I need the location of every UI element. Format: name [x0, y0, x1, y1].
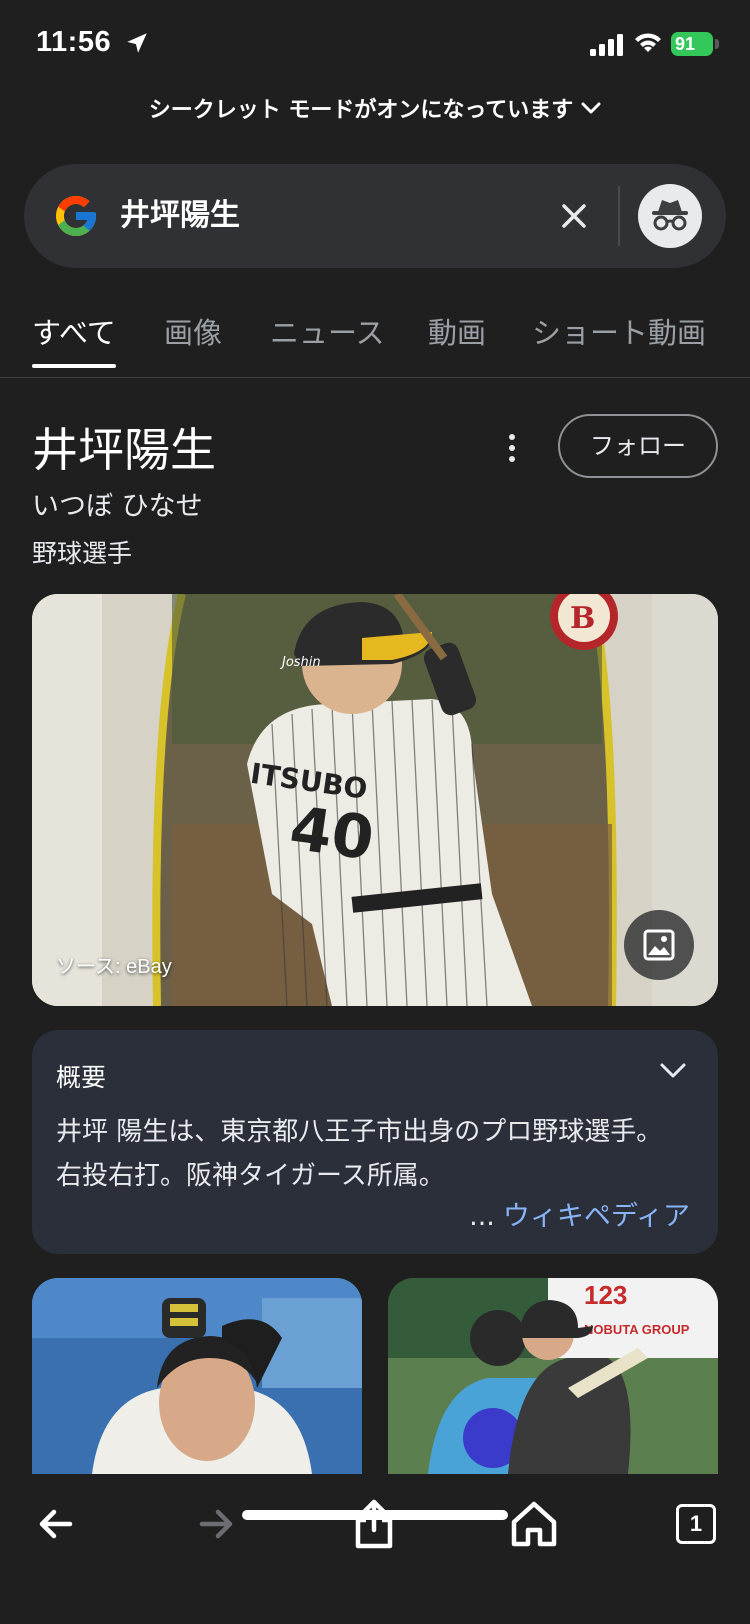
summary-text: 井坪 陽生は、東京都八王子市出身のプロ野球選手。右投右打。阪神タイガース所属。: [56, 1117, 663, 1191]
tab-label: すべて: [32, 316, 116, 350]
player-photo-1: [32, 1278, 362, 1474]
baseball-card-image: ITSUBO 40 Joshin B: [32, 594, 718, 1006]
location-arrow-icon: [127, 33, 147, 53]
status-time: 11:56: [36, 26, 112, 58]
back-icon: [39, 1509, 73, 1539]
chevron-down-icon: [581, 102, 601, 114]
entity-hero-image[interactable]: ITSUBO 40 Joshin B ソース: eBay: [32, 594, 718, 1006]
share-button[interactable]: [344, 1494, 404, 1554]
tab-short-videos[interactable]: ショート動画: [532, 310, 706, 352]
follow-button[interactable]: フォロー: [558, 414, 718, 478]
tab-images[interactable]: 画像: [164, 310, 222, 352]
home-indicator: [242, 1510, 508, 1520]
battery-cap: [715, 39, 719, 49]
home-button[interactable]: [504, 1494, 564, 1554]
summary-ellipsis: ...: [469, 1201, 495, 1232]
wifi-icon: [635, 33, 661, 52]
svg-text:B: B: [570, 601, 595, 636]
bottom-toolbar: 1: [0, 1474, 750, 1624]
entity-type: 野球選手: [32, 539, 133, 568]
google-g-icon: [56, 196, 96, 236]
tab-videos[interactable]: 動画: [428, 310, 486, 352]
svg-text:40: 40: [286, 793, 378, 874]
search-divider: [618, 186, 620, 246]
chevron-down-icon[interactable]: [658, 1060, 688, 1082]
share-icon: [355, 1499, 393, 1549]
forward-icon: [199, 1509, 233, 1539]
summary-heading: 概要: [56, 1063, 107, 1092]
search-input[interactable]: 井坪陽生: [120, 194, 240, 238]
search-tabs: すべて 画像 ニュース 動画 ショート動画: [0, 300, 750, 378]
incognito-banner-text: シークレット モードがオンになっています: [148, 98, 574, 123]
tab-active-indicator: [32, 364, 116, 368]
tab-news[interactable]: ニュース: [270, 310, 385, 352]
forward-button[interactable]: [186, 1494, 246, 1554]
battery-level: 91: [675, 34, 696, 54]
svg-text:NOBUTA GROUP: NOBUTA GROUP: [584, 1322, 690, 1337]
status-bar: 11:56 91: [0, 0, 750, 90]
image-search-button[interactable]: [624, 910, 694, 980]
wikipedia-link-label: ウィキペディア: [502, 1201, 690, 1232]
image-source-label: ソース: eBay: [56, 956, 172, 978]
image-search-icon: [643, 929, 675, 961]
summary-card[interactable]: 概要 井坪 陽生は、東京都八王子市出身のプロ野球選手。右投右打。阪神タイガース所…: [32, 1030, 718, 1254]
related-image-1[interactable]: [32, 1278, 362, 1474]
related-image-2[interactable]: 123 NOBUTA GROUP: [388, 1278, 718, 1474]
home-icon: [511, 1501, 557, 1547]
entity-title: 井坪陽生: [32, 423, 216, 477]
incognito-icon: [652, 200, 688, 231]
close-icon[interactable]: [558, 200, 590, 232]
battery-icon: 91: [671, 32, 713, 56]
incognito-banner[interactable]: シークレット モードがオンになっています: [0, 88, 750, 128]
search-bar[interactable]: 井坪陽生: [24, 164, 726, 268]
entity-reading: いつぼ ひなせ: [32, 491, 203, 522]
signal-icon: [590, 34, 623, 56]
back-button[interactable]: [26, 1494, 86, 1554]
svg-text:123: 123: [584, 1280, 627, 1310]
svg-text:Joshin: Joshin: [279, 655, 321, 670]
incognito-avatar[interactable]: [638, 184, 702, 248]
wikipedia-link[interactable]: ... ウィキペディア: [469, 1194, 690, 1233]
player-photo-2: 123 NOBUTA GROUP: [388, 1278, 718, 1474]
tab-switcher-icon[interactable]: 1: [676, 1504, 716, 1544]
more-vert-icon[interactable]: [500, 430, 524, 466]
tab-all[interactable]: すべて: [32, 310, 116, 368]
